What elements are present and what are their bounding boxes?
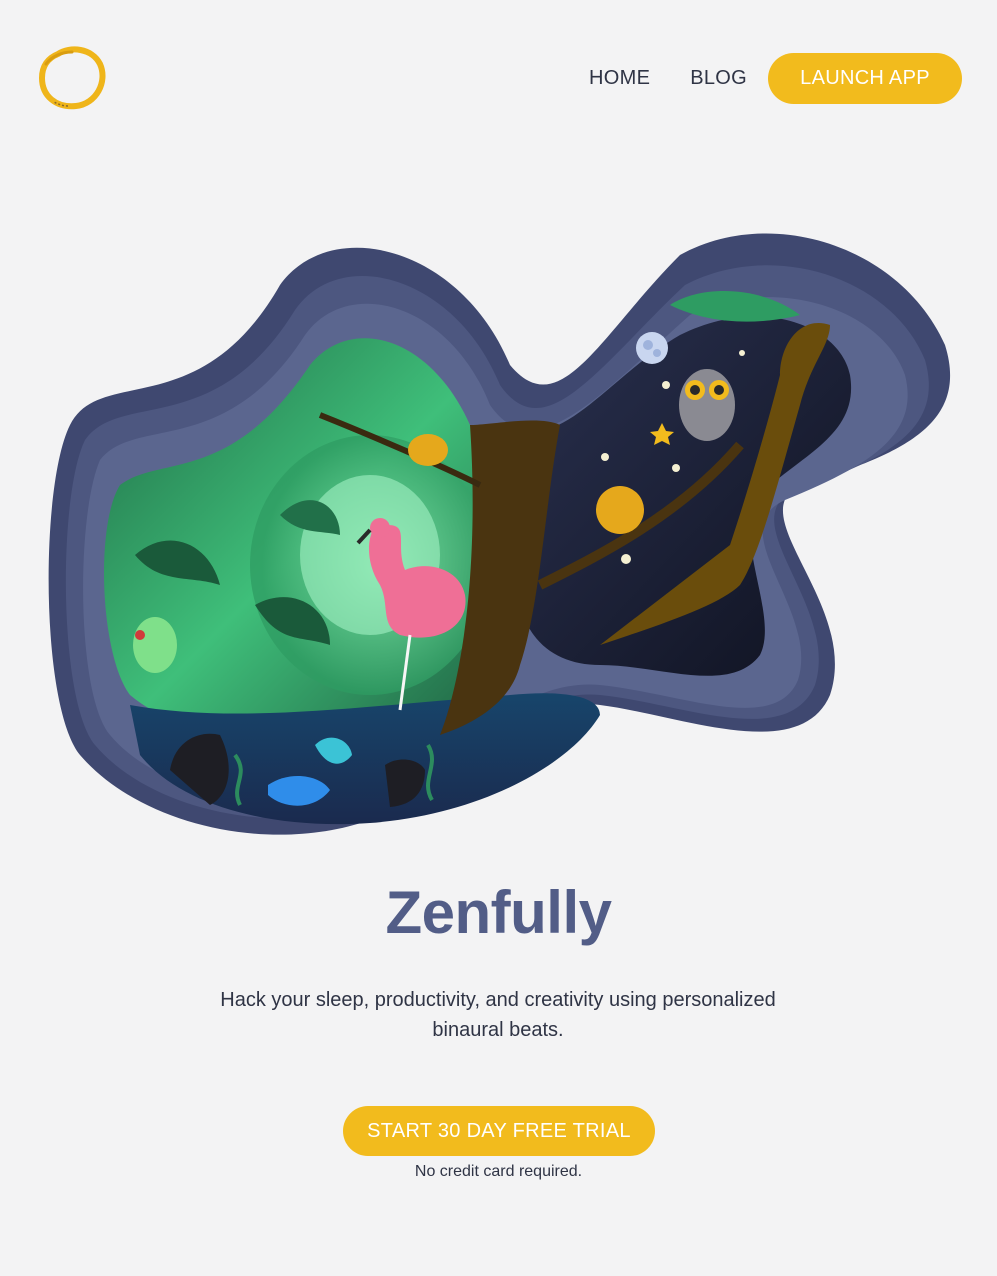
nav-home-link[interactable]: HOME <box>589 67 650 90</box>
enso-logo-icon <box>38 46 106 110</box>
logo[interactable] <box>38 44 108 110</box>
hero-subtitle: Hack your sleep, productivity, and creat… <box>220 989 776 1041</box>
no-credit-card-note: No credit card required. <box>414 1163 583 1180</box>
papercut-forest-illustration <box>48 233 951 835</box>
nav-blog-link[interactable]: BLOG <box>690 67 747 90</box>
page-title: Zenfully <box>385 879 612 946</box>
top-nav: HOME BLOG LAUNCH APP <box>589 53 962 104</box>
start-free-trial-button[interactable]: START 30 DAY FREE TRIAL <box>343 1106 655 1156</box>
hero-illustration <box>40 225 965 840</box>
launch-app-button[interactable]: LAUNCH APP <box>768 53 962 104</box>
